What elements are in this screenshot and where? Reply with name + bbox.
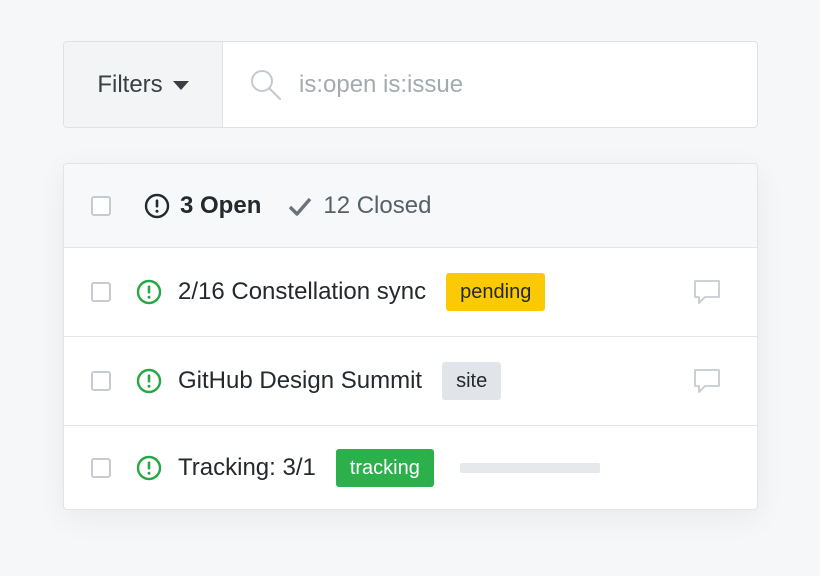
issue-label[interactable]: pending	[446, 273, 546, 311]
issue-title[interactable]: 2/16 Constellation sync	[178, 278, 426, 306]
tracking-progress-bar	[459, 463, 600, 473]
search-input[interactable]	[299, 70, 699, 99]
filters-dropdown-button[interactable]: Filters	[64, 42, 223, 127]
open-issues-tab[interactable]: 3 Open	[144, 192, 261, 220]
open-issues-count: 3 Open	[180, 191, 262, 219]
search-box	[223, 42, 757, 127]
issue-row: 2/16 Constellation sync pending	[64, 248, 757, 337]
issue-row: GitHub Design Summit site	[64, 337, 757, 426]
issue-checkbox[interactable]	[91, 371, 111, 391]
issue-opened-icon	[136, 368, 162, 394]
filters-button-label: Filters	[97, 70, 163, 98]
issue-label[interactable]: site	[442, 362, 502, 400]
issue-checkbox[interactable]	[91, 282, 111, 302]
select-all-checkbox[interactable]	[91, 195, 111, 216]
issue-opened-icon	[136, 455, 162, 481]
issue-opened-icon	[136, 279, 162, 305]
issue-row: Tracking: 3/1 tracking	[64, 426, 757, 509]
issue-checkbox[interactable]	[91, 458, 111, 478]
caret-down-icon	[172, 81, 189, 90]
filter-bar: Filters	[63, 41, 758, 128]
issue-title[interactable]: Tracking: 3/1	[178, 454, 316, 482]
closed-issues-count: 12 Closed	[323, 191, 432, 219]
check-icon	[289, 197, 312, 216]
issue-list: 3 Open 12 Closed 2/16 Constellation sync…	[63, 163, 758, 510]
issue-list-header: 3 Open 12 Closed	[64, 164, 757, 248]
issue-title[interactable]: GitHub Design Summit	[178, 367, 422, 395]
stage: Filters 3 Open	[0, 0, 820, 576]
comment-icon[interactable]	[693, 279, 721, 305]
search-icon	[251, 69, 281, 100]
comment-icon[interactable]	[693, 368, 721, 394]
issue-opened-icon	[144, 193, 170, 218]
closed-issues-tab[interactable]: 12 Closed	[287, 192, 431, 220]
issue-label[interactable]: tracking	[335, 449, 434, 487]
